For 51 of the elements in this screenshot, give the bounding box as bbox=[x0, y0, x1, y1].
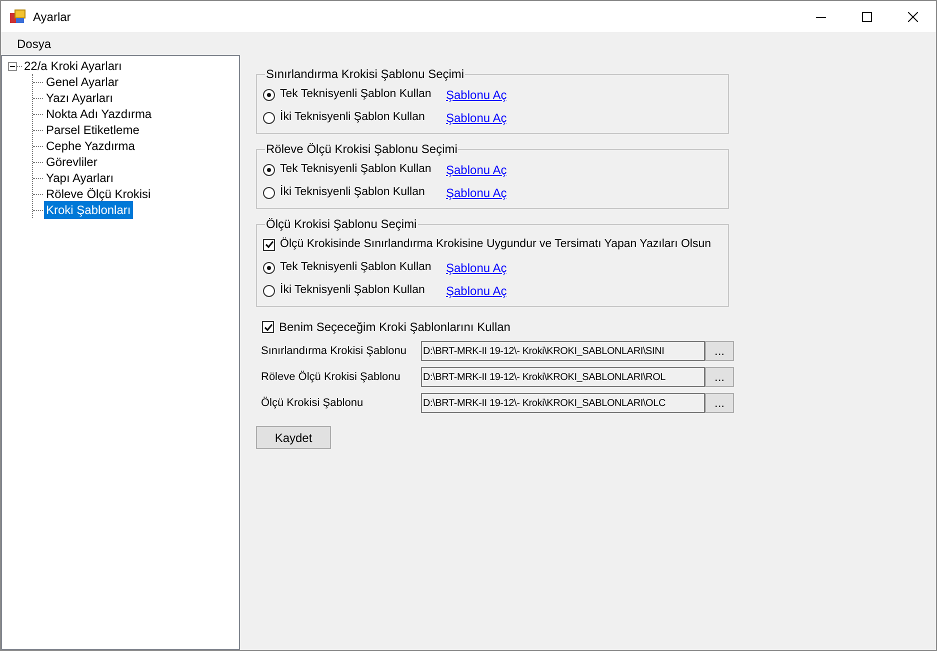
field-label: Sınırlandırma Krokisi Şablonu bbox=[261, 344, 408, 359]
browse-button[interactable]: ... bbox=[705, 367, 734, 387]
radio-button[interactable] bbox=[263, 262, 275, 274]
open-template-link[interactable]: Şablonu Aç bbox=[446, 184, 507, 202]
tree-item[interactable]: Genel Ayarlar bbox=[44, 73, 120, 91]
radio-label: İki Teknisyenli Şablon Kullan bbox=[280, 282, 426, 298]
tree-item[interactable]: Yazı Ayarları bbox=[44, 89, 115, 107]
save-button[interactable]: Kaydet bbox=[256, 426, 331, 449]
open-template-link[interactable]: Şablonu Aç bbox=[446, 108, 507, 126]
checkbox-label: Ölçü Krokisinde Sınırlandırma Krokisine Uygundur ve Tersimatı Yapan Yazıları Olsun bbox=[280, 236, 712, 252]
group-title: Sınırlandırma Krokisi Şablonu Seçimi bbox=[265, 66, 466, 83]
close-icon bbox=[908, 12, 918, 22]
tree-item[interactable]: Röleve Ölçü Krokisi bbox=[44, 185, 153, 203]
app-icon bbox=[10, 8, 26, 24]
radio-button[interactable] bbox=[263, 88, 275, 100]
path-field[interactable]: D:\BRT-MRK-II 19-12\- Kroki\KROKI_SABLONLARI\OLC bbox=[421, 393, 705, 413]
checkbox[interactable] bbox=[263, 238, 275, 250]
radio-label: İki Teknisyenli Şablon Kullan bbox=[280, 184, 426, 200]
open-template-link[interactable]: Şablonu Aç bbox=[446, 86, 507, 104]
menu-item[interactable]: Dosya bbox=[9, 34, 60, 52]
group-title: Ölçü Krokisi Şablonu Seçimi bbox=[265, 216, 418, 233]
path-field[interactable]: D:\BRT-MRK-II 19-12\- Kroki\KROKI_SABLONLARI\ROL bbox=[421, 367, 705, 387]
browse-button[interactable]: ... bbox=[705, 341, 734, 361]
tree-item[interactable]: Parsel Etiketleme bbox=[44, 121, 142, 139]
checkbox-label: Benim Seçeceğim Kroki Şablonlarını Kullan bbox=[279, 319, 510, 336]
tree-item[interactable]: Cephe Yazdırma bbox=[44, 137, 137, 155]
collapse-icon[interactable] bbox=[8, 62, 17, 70]
radio-label: İki Teknisyenli Şablon Kullan bbox=[280, 109, 426, 125]
radio-button[interactable] bbox=[263, 112, 275, 124]
radio-label: Tek Teknisyenli Şablon Kullan bbox=[280, 162, 432, 177]
browse-button[interactable]: ... bbox=[705, 393, 734, 413]
tree-item[interactable]: Yapı Ayarları bbox=[44, 169, 116, 187]
checkbox[interactable] bbox=[262, 321, 274, 333]
radio-label: Tek Teknisyenli Şablon Kullan bbox=[280, 86, 432, 102]
tree-item[interactable]: Nokta Adı Yazdırma bbox=[44, 105, 154, 123]
maximize-icon bbox=[862, 12, 872, 22]
radio-button[interactable] bbox=[263, 164, 275, 176]
tree-item[interactable]: Kroki Şablonları bbox=[44, 201, 133, 219]
open-template-link[interactable]: Şablonu Aç bbox=[446, 282, 507, 300]
radio-label: Tek Teknisyenli Şablon Kullan bbox=[280, 260, 432, 275]
tree-item[interactable]: 22/a Kroki Ayarları bbox=[23, 57, 123, 75]
field-label: Ölçü Krokisi Şablonu bbox=[261, 396, 364, 411]
tree-item[interactable]: Görevliler bbox=[44, 153, 100, 171]
path-field[interactable]: D:\BRT-MRK-II 19-12\- Kroki\KROKI_SABLONLARI\SINI bbox=[421, 341, 705, 361]
window-title: Ayarlar bbox=[33, 8, 71, 26]
group-title: Röleve Ölçü Krokisi Şablonu Seçimi bbox=[265, 141, 458, 158]
field-label: Röleve Ölçü Krokisi Şablonu bbox=[261, 370, 402, 385]
radio-button[interactable] bbox=[263, 186, 275, 198]
open-template-link[interactable]: Şablonu Aç bbox=[446, 258, 507, 276]
open-template-link[interactable]: Şablonu Aç bbox=[446, 160, 507, 178]
radio-button[interactable] bbox=[263, 284, 275, 296]
